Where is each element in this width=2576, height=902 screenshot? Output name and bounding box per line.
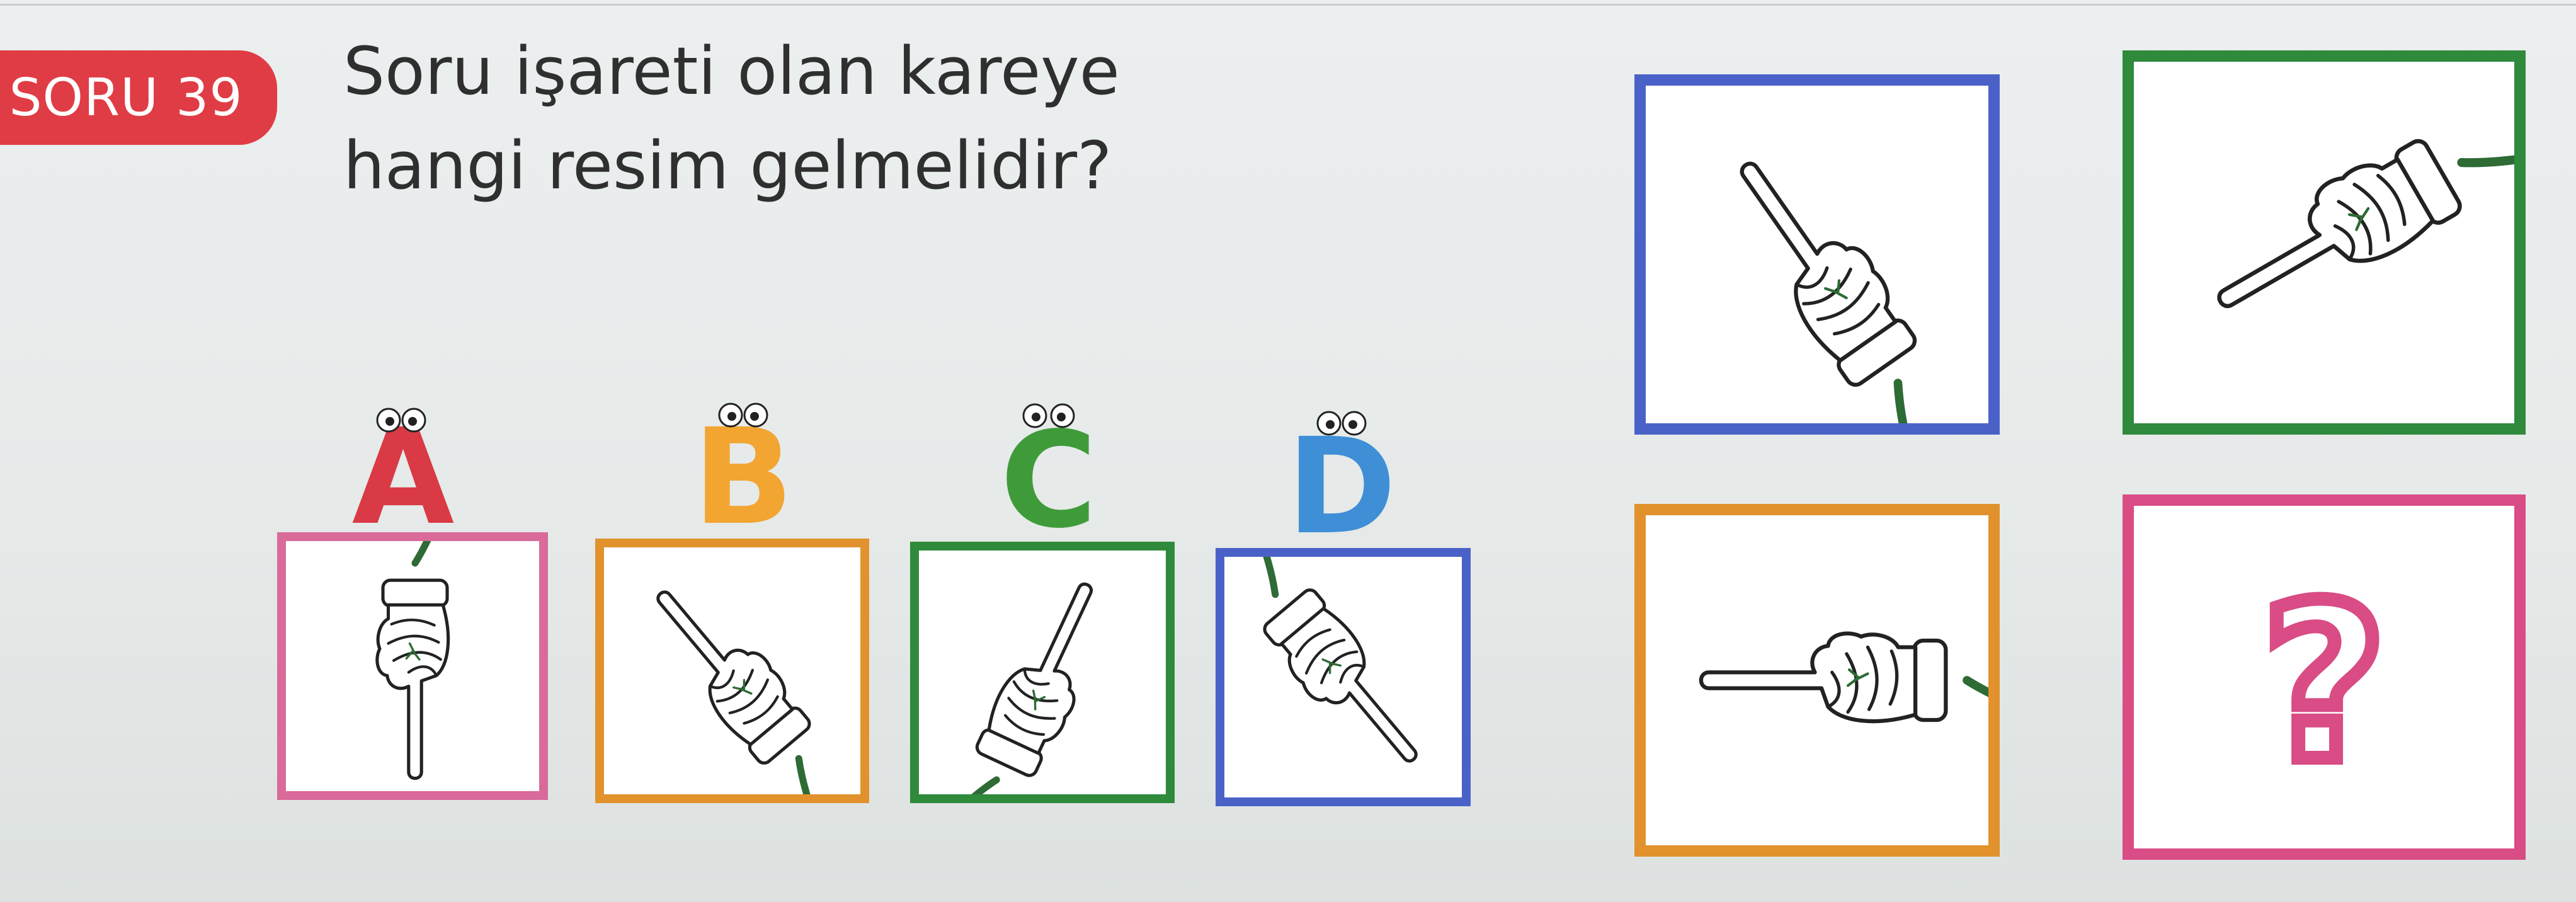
- hand-pointing-down-left-icon: [2134, 62, 2514, 423]
- hand-pointing-left-icon: [1646, 515, 1988, 845]
- hand-pointing-up-left-icon: [604, 547, 860, 794]
- option-b-letter[interactable]: B: [680, 387, 806, 554]
- question-mark-icon: ?: [2255, 552, 2393, 816]
- pattern-cell-top-left: [1634, 74, 2000, 435]
- svg-text:C: C: [1000, 403, 1097, 557]
- pattern-cell-bottom-right: ?: [2123, 494, 2526, 860]
- question-number-label: SORU 39: [9, 67, 243, 128]
- top-border-line: [0, 4, 2576, 6]
- hand-pointing-up-right-icon: [919, 551, 1166, 794]
- question-number-badge: SORU 39: [0, 50, 277, 145]
- hand-pointing-up-left-icon: [1646, 86, 1988, 423]
- pattern-cell-top-right: [2123, 50, 2526, 435]
- svg-text:B: B: [693, 400, 794, 554]
- option-b-card[interactable]: [595, 539, 869, 803]
- option-c-letter[interactable]: C: [986, 391, 1112, 557]
- option-a-card[interactable]: [277, 532, 548, 800]
- svg-text:?: ?: [2262, 559, 2386, 809]
- option-c-card[interactable]: [910, 542, 1175, 803]
- question-line-2: hangi resim gelmelidir?: [343, 127, 1112, 204]
- option-d-card[interactable]: [1216, 548, 1471, 806]
- hand-pointing-down-right-icon: [1224, 557, 1462, 797]
- hand-pointing-down-icon: [286, 541, 539, 791]
- option-d-letter[interactable]: D: [1279, 397, 1405, 564]
- pattern-cell-bottom-left: [1634, 504, 2000, 857]
- question-text: Soru işareti olan kareye hangi resim gel…: [343, 24, 1225, 213]
- svg-text:D: D: [1287, 409, 1396, 564]
- question-line-1: Soru işareti olan kareye: [343, 33, 1120, 110]
- option-a-letter[interactable]: A: [343, 394, 463, 554]
